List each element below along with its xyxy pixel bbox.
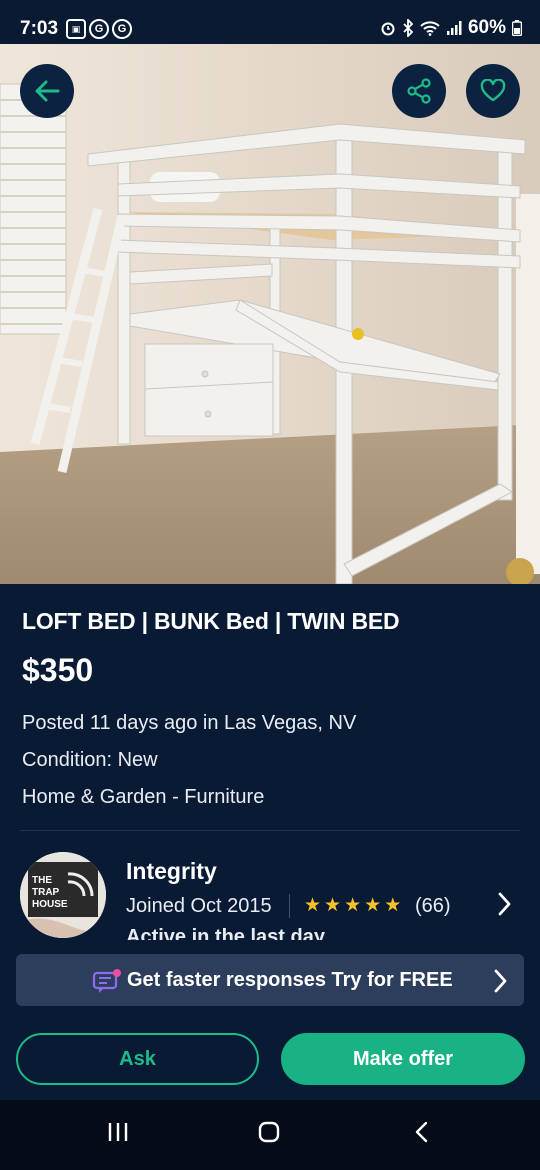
- status-bar: 7:03 ▣ G G 60%: [0, 0, 540, 44]
- system-nav-bar: [0, 1100, 540, 1170]
- avatar-text-line: HOUSE: [32, 899, 68, 910]
- back-icon: [415, 1121, 428, 1143]
- bluetooth-icon: [403, 19, 414, 37]
- heart-icon: [480, 79, 506, 102]
- listing-title: LOFT BED | BUNK Bed | TWIN BED: [22, 608, 400, 634]
- recents-icon: [108, 1123, 128, 1141]
- make-offer-button[interactable]: Make offer: [281, 1033, 525, 1085]
- seller-card[interactable]: THE TRAP HOUSE Integrity Joined Oct 2015…: [0, 846, 540, 940]
- promo-banner[interactable]: Get faster responses Try for FREE: [16, 954, 524, 1006]
- home-button[interactable]: [257, 1120, 281, 1149]
- share-button[interactable]: [392, 64, 446, 118]
- system-icons: 60%: [380, 17, 522, 39]
- chevron-right-icon: [494, 969, 507, 993]
- message-icon: ▣: [66, 19, 86, 39]
- g-icon: G: [112, 19, 132, 39]
- wifi-icon: [420, 21, 440, 36]
- star-icon: ★: [344, 895, 362, 916]
- seller-avatar[interactable]: THE TRAP HOUSE: [20, 852, 106, 938]
- arrow-left-icon: [35, 80, 60, 102]
- recents-button[interactable]: [106, 1120, 130, 1149]
- seller-name[interactable]: Integrity: [126, 858, 217, 885]
- status-time: 7:03: [20, 18, 59, 39]
- seller-activity: Active in the last day: [126, 926, 325, 940]
- loft-bed-illustration: [0, 44, 540, 584]
- seller-profile-button[interactable]: [494, 890, 514, 923]
- star-icon: ★: [324, 895, 342, 916]
- listing-photo[interactable]: [0, 44, 540, 584]
- promo-text: Get faster responses Try for FREE: [127, 969, 453, 991]
- avatar-text-line: THE: [32, 875, 52, 886]
- listing-price: $350: [22, 652, 94, 688]
- separator: [289, 894, 290, 918]
- star-icon: ★: [384, 895, 402, 916]
- battery-level: 60%: [467, 17, 506, 38]
- home-icon: [258, 1121, 280, 1143]
- seller-rating-stars: ★ ★ ★ ★ ★: [304, 896, 401, 916]
- battery-icon: [512, 20, 522, 36]
- chevron-right-icon: [498, 892, 511, 916]
- avatar-logo: THE TRAP HOUSE: [20, 852, 106, 938]
- category-info[interactable]: Home & Garden - Furniture: [22, 786, 264, 809]
- posted-info: Posted 11 days ago in Las Vegas, NV: [22, 712, 357, 734]
- divider: [20, 830, 520, 831]
- condition-info: Condition: New: [22, 749, 158, 771]
- share-icon: [407, 78, 431, 104]
- rating-count: (66): [415, 895, 451, 917]
- star-icon: ★: [364, 895, 382, 916]
- g-icon: G: [89, 19, 109, 39]
- back-nav-button[interactable]: [410, 1120, 434, 1149]
- favorite-button[interactable]: [466, 64, 520, 118]
- seller-joined: Joined Oct 2015: [126, 895, 272, 917]
- back-button[interactable]: [20, 64, 74, 118]
- signal-icon: [446, 21, 462, 35]
- star-icon: ★: [304, 895, 322, 916]
- ask-button[interactable]: Ask: [16, 1033, 259, 1085]
- notification-icons: ▣ G G: [66, 19, 132, 39]
- avatar-text-line: TRAP: [32, 887, 60, 898]
- alarm-icon: [381, 22, 395, 36]
- chat-sparkle-icon: [92, 969, 121, 993]
